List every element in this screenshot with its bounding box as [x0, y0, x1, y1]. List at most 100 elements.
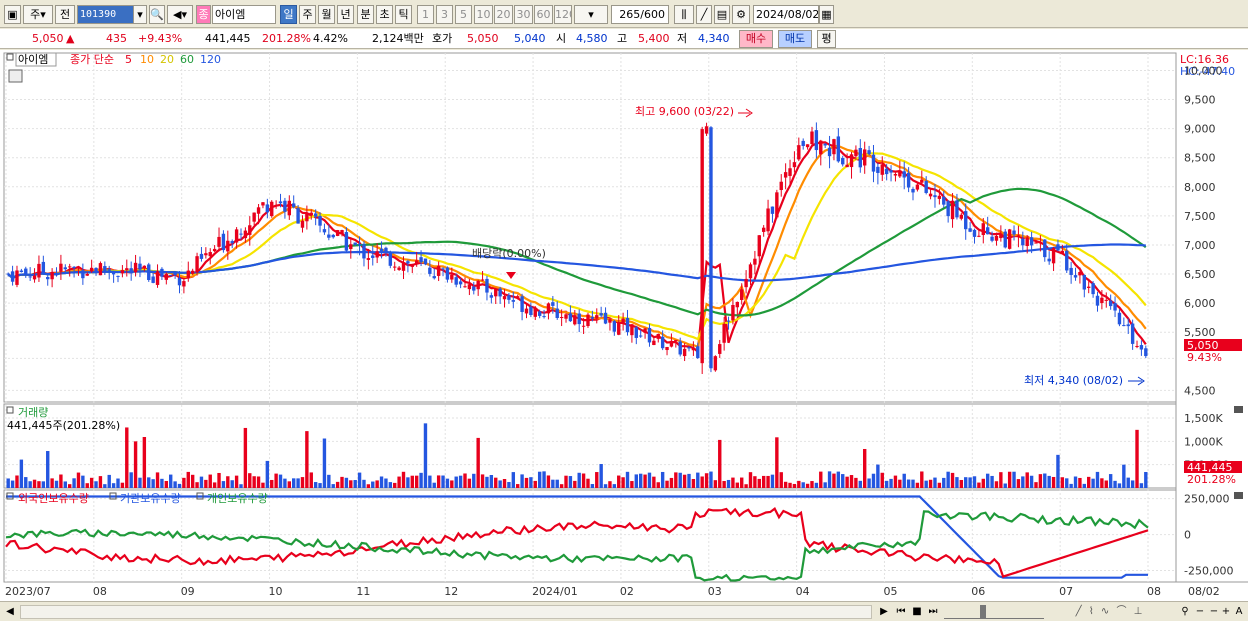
volume-bar: [393, 482, 397, 488]
tab-month[interactable]: 월: [318, 5, 335, 24]
volume-bar: [964, 477, 968, 488]
zoom-slider[interactable]: [944, 605, 1044, 619]
search-icon[interactable]: 🔍: [149, 5, 165, 24]
candle-body: [744, 278, 748, 288]
volume-bar: [783, 481, 788, 488]
volume-bar: [388, 482, 393, 488]
stop-icon[interactable]: ■: [910, 605, 924, 619]
tab-second[interactable]: 초: [376, 5, 393, 24]
table-view-icon[interactable]: [8, 69, 23, 83]
candle-body: [1016, 235, 1021, 238]
prev-button[interactable]: 전: [55, 5, 75, 24]
date-field[interactable]: 2024/08/02: [753, 5, 819, 24]
up-triangle-icon: ▲: [66, 32, 75, 45]
play-back-icon[interactable]: ⏮: [894, 605, 908, 619]
eval-button[interactable]: 평: [817, 30, 836, 48]
calendar-icon[interactable]: ▦: [819, 5, 834, 24]
volume-bar: [1091, 478, 1095, 488]
candle-body: [331, 234, 335, 238]
volume-bar: [1056, 454, 1060, 488]
window-icon[interactable]: ▣: [4, 5, 21, 24]
interval-3[interactable]: 3: [436, 5, 453, 24]
zoom-slider-handle[interactable]: [980, 605, 986, 619]
candle-style-icon[interactable]: ⫼: [674, 5, 694, 24]
stock-chart-svg[interactable]: 아이엠 종가 단순 5 10 20 60 120 LC:16.36 HC:-47…: [0, 50, 1248, 601]
scroll-track[interactable]: [20, 605, 872, 619]
sound-icon[interactable]: ◀▾: [167, 5, 193, 24]
investor-panel-close-icon[interactable]: [1234, 492, 1243, 499]
interval-30[interactable]: 30: [514, 5, 533, 24]
volume-bar: [603, 484, 608, 488]
volume-bar: [305, 431, 309, 488]
interval-custom-select[interactable]: ▾: [574, 5, 608, 24]
volume-bar: [744, 484, 748, 488]
candle-body: [296, 208, 300, 224]
volume-bar: [24, 477, 28, 488]
volume-bar: [230, 480, 234, 488]
candle-body: [204, 253, 208, 256]
candle-body: [577, 313, 581, 325]
volume-last-pct: 201.28%: [1187, 473, 1236, 486]
tab-tick[interactable]: 틱: [395, 5, 412, 24]
interval-120[interactable]: 120: [554, 5, 572, 24]
volume-panel-close-icon[interactable]: [1234, 406, 1243, 413]
candle-body: [1065, 250, 1069, 271]
chart-toolbar: ▣ 주▾ 전 101390 ▾ 🔍 ◀▾ 종 아이엠 일 주 월 년 분 초 틱…: [0, 0, 1248, 28]
price-y-tick: 9,000: [1184, 123, 1216, 136]
zoom-reset-icon[interactable]: −: [1208, 605, 1220, 619]
volume-bar: [217, 472, 221, 488]
volume-bar: [502, 478, 507, 488]
font-size-icon[interactable]: A: [1233, 605, 1245, 619]
candle-body: [414, 260, 419, 264]
play-forward-icon[interactable]: ⏭: [926, 605, 940, 619]
candle-body: [542, 316, 546, 318]
chart-area[interactable]: 아이엠 종가 단순 5 10 20 60 120 LC:16.36 HC:-47…: [0, 50, 1248, 601]
tab-year[interactable]: 년: [337, 5, 354, 24]
zoom-out-icon[interactable]: −: [1194, 605, 1206, 619]
volume-bar: [1078, 477, 1082, 488]
candle-body: [863, 149, 867, 166]
zoom-in-icon[interactable]: +: [1220, 605, 1232, 619]
gear-icon[interactable]: ⚙: [732, 5, 750, 24]
volume-bar: [274, 473, 278, 488]
period-select[interactable]: 주▾: [23, 5, 53, 24]
buy-button[interactable]: 매수: [739, 30, 773, 48]
x-axis-labels: 2023/07 08 09 10 11 12 2024/01 02 03 04 05 06 07 08: [5, 585, 1161, 598]
candle-body: [463, 286, 467, 288]
volume-bar: [845, 476, 849, 488]
tab-day[interactable]: 일: [280, 5, 297, 24]
code-dropdown-icon[interactable]: ▾: [133, 5, 147, 24]
scroll-left-icon[interactable]: ◀: [4, 605, 16, 619]
volume-bar: [1038, 474, 1043, 488]
volume-bar: [827, 471, 832, 488]
sell-button[interactable]: 매도: [778, 30, 812, 48]
stock-name-field[interactable]: 아이엠: [212, 5, 276, 24]
tab-minute[interactable]: 분: [357, 5, 374, 24]
interval-60[interactable]: 60: [534, 5, 553, 24]
candle-body: [226, 240, 230, 252]
zoom-fit-icon[interactable]: ⚲: [1178, 605, 1192, 619]
legend-foreign: 외국인보유수량: [18, 492, 89, 505]
interval-5[interactable]: 5: [455, 5, 472, 24]
interval-20[interactable]: 20: [494, 5, 513, 24]
candle-body: [586, 314, 590, 327]
ma-prefix: 종가 단순: [70, 53, 114, 66]
volume-bar: [1021, 476, 1025, 488]
draw-tool-icon[interactable]: ╱: [696, 5, 712, 24]
candle-body: [915, 184, 920, 190]
tab-week[interactable]: 주: [299, 5, 316, 24]
draw-tools-strip[interactable]: ╱ ⌇ ∿ ⌒ ⊥: [1050, 605, 1170, 619]
volume-bar: [761, 475, 766, 488]
chart-scrollbar[interactable]: ◀ ▶ ⏮ ■ ⏭ ╱ ⌇ ∿ ⌒ ⊥ ⚲ − − + A: [0, 601, 1248, 621]
volume-bar: [656, 482, 660, 488]
stock-code-input[interactable]: 101390: [77, 5, 137, 24]
scroll-right-icon[interactable]: ▶: [878, 605, 890, 619]
volume-bar: [1108, 474, 1113, 488]
bar-count-field[interactable]: 265/600: [611, 5, 669, 24]
volume-bar: [327, 474, 331, 488]
volume-bar: [691, 478, 696, 488]
save-icon[interactable]: ▤: [714, 5, 730, 24]
interval-10[interactable]: 10: [474, 5, 493, 24]
candle-body: [353, 242, 357, 245]
interval-1[interactable]: 1: [417, 5, 434, 24]
